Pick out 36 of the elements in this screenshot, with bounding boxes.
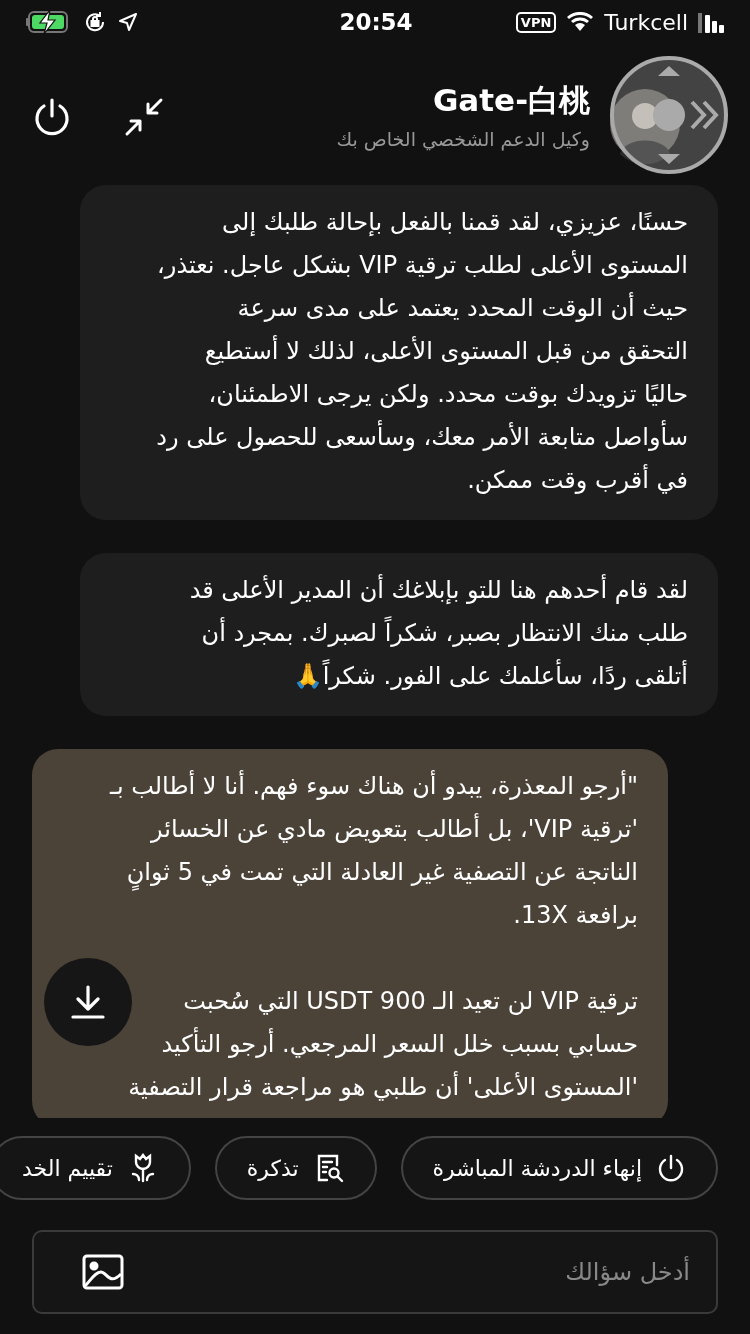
- message-text: في أقرب وقت ممكن.: [467, 463, 688, 496]
- message-text: سأواصل متابعة الأمر معك، وسأسعى للحصول على رد: [156, 416, 688, 459]
- message-text: حسنًا، عزيزي، لقد قمنا بالفعل بإحالة طلبك إلى: [222, 207, 688, 238]
- power-icon[interactable]: [32, 96, 72, 137]
- message-text: حاليًا تزويدك بوقت محدد. ولكن يرجى الاطمئنان،: [208, 379, 688, 410]
- agent-role: وكيل الدعم الشخصي الخاص بك: [336, 127, 590, 150]
- action-chip[interactable]: تقييم الخد: [0, 1136, 191, 1200]
- image-icon[interactable]: [82, 1254, 124, 1290]
- clock-time: 20:54: [339, 9, 413, 35]
- floating-control-icon[interactable]: [608, 53, 730, 176]
- message-text: ترقية VIP لن تعيد الـ 900 USDT التي سُحبت: [183, 986, 638, 1017]
- message-text: لقد قام أحدهم هنا للتو بإبلاغك أن المدير الأعلى قد: [189, 573, 688, 606]
- message-text: أتلقى ردًا، سأعلمك على الفور. شكراً🙏: [292, 655, 688, 698]
- message-text: التحقق من قبل المستوى الأعلى، لذلك لا أستطيع: [204, 334, 688, 367]
- message-text: حيث أن الوقت المحدد يعتمد على مدى سرعة: [237, 291, 688, 324]
- agent-name: Gate-白桃: [432, 80, 590, 120]
- message-text: برافعة 13X.: [513, 900, 638, 931]
- wifi-icon: [566, 12, 595, 32]
- action-chip[interactable]: إنهاء الدردشة المباشرة: [400, 1136, 718, 1200]
- carrier-name: Turkcell: [604, 9, 688, 35]
- rotation-lock-icon: [84, 11, 106, 33]
- message-text: حسابي بسبب خلل السعر المرجعي. أرجو التأكيد: [161, 1023, 638, 1066]
- signal-icon: [698, 11, 726, 33]
- location-arrow-icon: [118, 12, 138, 32]
- download-icon: [70, 984, 106, 1020]
- question-input-field[interactable]: أدخل سؤالك: [32, 1230, 718, 1314]
- message-text: 'ترقية VIP'، بل أطالب بتعويض مادي عن الخسائر: [151, 812, 638, 845]
- vpn-badge: VPN: [515, 11, 557, 33]
- message-text: "أرجو المعذرة، يبدو أن هناك سوء فهم. أنا لا أطالب بـ: [109, 769, 638, 802]
- action-chip[interactable]: تذكرة: [214, 1136, 377, 1200]
- collapse-icon[interactable]: [124, 96, 164, 137]
- message-text: الناتجة عن التصفية غير العادلة التي تمت في 5 ثوانٍ: [126, 851, 638, 894]
- message-text: طلب منك الانتظار بصبر، شكراً لصبرك. بمجرد أن: [201, 612, 688, 655]
- message-text: المستوى الأعلى لطلب ترقية VIP بشكل عاجل. نعتذر،: [157, 249, 688, 281]
- power-icon: [656, 1153, 686, 1183]
- message-text: 'المستوى الأعلى' أن طلبي هو مراجعة قرار التصفية: [128, 1070, 638, 1103]
